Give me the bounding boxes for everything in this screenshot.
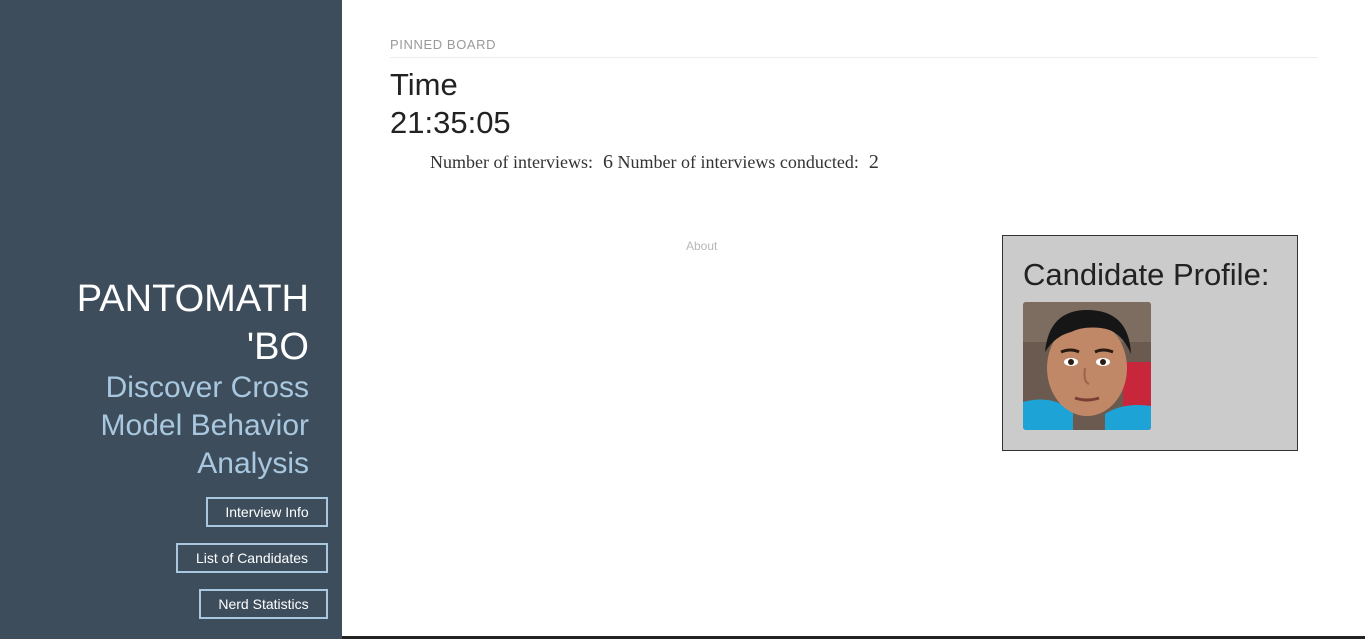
conducted-count: 2 [868,151,879,173]
interviews-count: 6 [602,151,613,173]
about-link[interactable]: About [686,239,717,253]
time-value: 21:35:05 [390,105,511,140]
candidate-profile-title: Candidate Profile: [1023,257,1270,292]
interview-info-button[interactable]: Interview Info [206,497,328,527]
brand-line-2: 'BO [246,326,309,368]
conducted-label: Number of interviews conducted: [617,152,859,172]
section-label: PINNED BOARD [390,37,497,52]
candidate-profile-card: Candidate Profile: [1002,235,1298,451]
interview-stats: Number of interviews: 6 Number of intervi… [430,151,879,174]
sidebar: PANTOMATH 'BO Discover Cross Model Behav… [0,0,342,639]
candidate-photo [1023,302,1151,430]
brand-title: PANTOMATH 'BO [9,275,309,371]
brand-tagline: Discover Cross Model Behavior Analysis [9,369,309,483]
tagline-line-3: Analysis [197,447,309,480]
tagline-line-2: Model Behavior [100,409,309,442]
list-of-candidates-button[interactable]: List of Candidates [176,543,328,573]
section-divider [390,57,1318,58]
interviews-label: Number of interviews: [430,152,593,172]
tagline-line-1: Discover Cross [105,371,309,404]
time-label: Time [390,67,458,102]
brand-line-1: PANTOMATH [76,278,309,320]
nerd-statistics-button[interactable]: Nerd Statistics [199,589,328,619]
candidate-avatar [1023,302,1151,430]
